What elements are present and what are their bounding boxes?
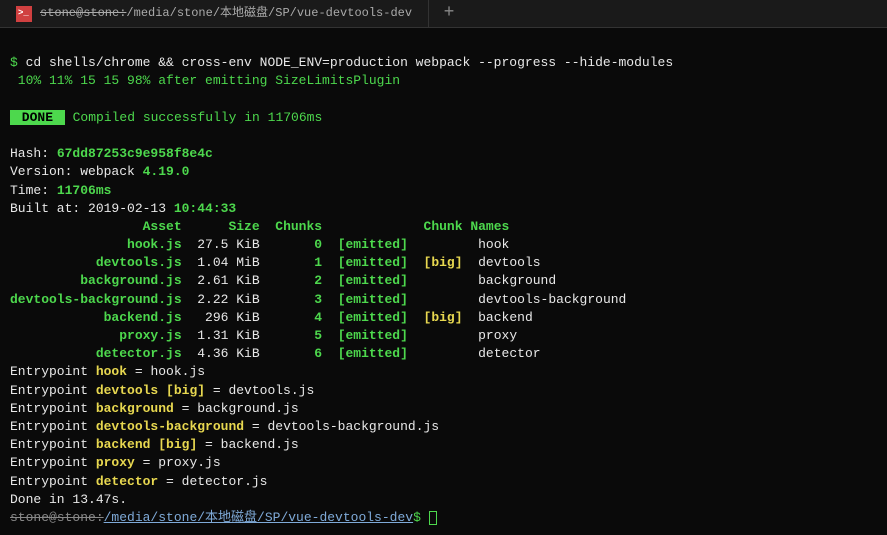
built-time: 10:44:33 bbox=[174, 201, 236, 216]
entrypoint-list: Entrypoint hook = hook.js Entrypoint dev… bbox=[10, 363, 877, 490]
entrypoint-line: Entrypoint devtools [big] = devtools.js bbox=[10, 383, 314, 398]
entrypoint-line: Entrypoint backend [big] = backend.js bbox=[10, 437, 299, 452]
new-tab-button[interactable]: + bbox=[429, 1, 469, 26]
final-prompt: stone@stone:/media/stone/本地磁盘/SP/vue-dev… bbox=[10, 510, 429, 525]
version-label: Version: webpack bbox=[10, 164, 143, 179]
asset-row: proxy.js 1.31 KiB 5 [emitted] proxy bbox=[10, 328, 517, 343]
table-header: Asset Size Chunks Chunk Names bbox=[10, 219, 509, 234]
done-in: Done in 13.47s. bbox=[10, 492, 127, 507]
asset-row: detector.js 4.36 KiB 6 [emitted] detecto… bbox=[10, 346, 541, 361]
command-line: cd shells/chrome && cross-env NODE_ENV=p… bbox=[26, 55, 674, 70]
entrypoint-line: Entrypoint proxy = proxy.js bbox=[10, 455, 221, 470]
built-label: Built at: 2019-02-13 bbox=[10, 201, 174, 216]
terminal-output[interactable]: $ cd shells/chrome && cross-env NODE_ENV… bbox=[0, 28, 887, 535]
asset-row: backend.js 296 KiB 4 [emitted] [big] bac… bbox=[10, 310, 533, 325]
done-message: Compiled successfully in 11706ms bbox=[65, 110, 322, 125]
cursor-icon bbox=[429, 511, 437, 525]
time-value: 11706ms bbox=[57, 183, 112, 198]
entrypoint-line: Entrypoint devtools-background = devtool… bbox=[10, 419, 439, 434]
asset-row: devtools-background.js 2.22 KiB 3 [emitt… bbox=[10, 292, 626, 307]
tab-title: stone@stone:/media/stone/本地磁盘/SP/vue-dev… bbox=[40, 5, 412, 22]
terminal-icon bbox=[16, 6, 32, 22]
version-value: 4.19.0 bbox=[143, 164, 190, 179]
entrypoint-line: Entrypoint background = background.js bbox=[10, 401, 299, 416]
asset-row: background.js 2.61 KiB 2 [emitted] backg… bbox=[10, 273, 556, 288]
prompt-symbol: $ bbox=[10, 55, 26, 70]
terminal-tab[interactable]: stone@stone:/media/stone/本地磁盘/SP/vue-dev… bbox=[0, 0, 429, 27]
hash-value: 67dd87253c9e958f8e4c bbox=[57, 146, 213, 161]
hash-label: Hash: bbox=[10, 146, 57, 161]
entrypoint-line: Entrypoint hook = hook.js bbox=[10, 364, 205, 379]
progress-line: 10% 11% 15 15 98% after emitting SizeLim… bbox=[10, 73, 400, 88]
entrypoint-line: Entrypoint detector = detector.js bbox=[10, 474, 267, 489]
done-badge: DONE bbox=[10, 110, 65, 125]
asset-row: hook.js 27.5 KiB 0 [emitted] hook bbox=[10, 237, 509, 252]
asset-row: devtools.js 1.04 MiB 1 [emitted] [big] d… bbox=[10, 255, 541, 270]
time-label: Time: bbox=[10, 183, 57, 198]
asset-table: hook.js 27.5 KiB 0 [emitted] hook devtoo… bbox=[10, 236, 877, 363]
titlebar: stone@stone:/media/stone/本地磁盘/SP/vue-dev… bbox=[0, 0, 887, 28]
